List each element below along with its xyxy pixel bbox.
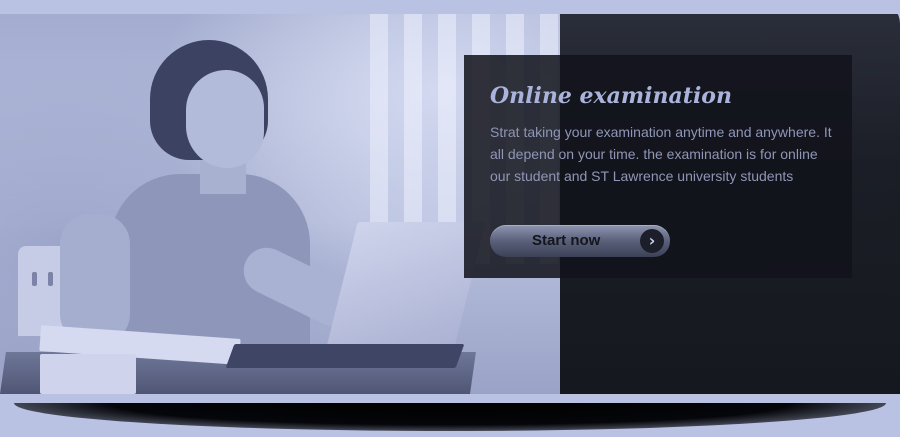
laptop-screen [322,222,486,364]
info-overlay: Online examination Strat taking your exa… [464,55,852,278]
banner-title: Online examination [490,83,732,109]
banner-shadow [14,403,886,431]
banner-frame: Online examination Strat taking your exa… [0,0,900,437]
book [40,354,136,394]
start-now-label: Start now [532,232,601,249]
chevron-right-icon: › [640,229,664,253]
hero-banner: Online examination Strat taking your exa… [0,14,900,394]
woman-arm [60,214,130,344]
woman-face [186,70,264,168]
banner-description: Strat taking your examination anytime an… [490,124,832,184]
laptop-base [225,344,465,368]
start-now-button[interactable]: Start now › [490,225,670,257]
